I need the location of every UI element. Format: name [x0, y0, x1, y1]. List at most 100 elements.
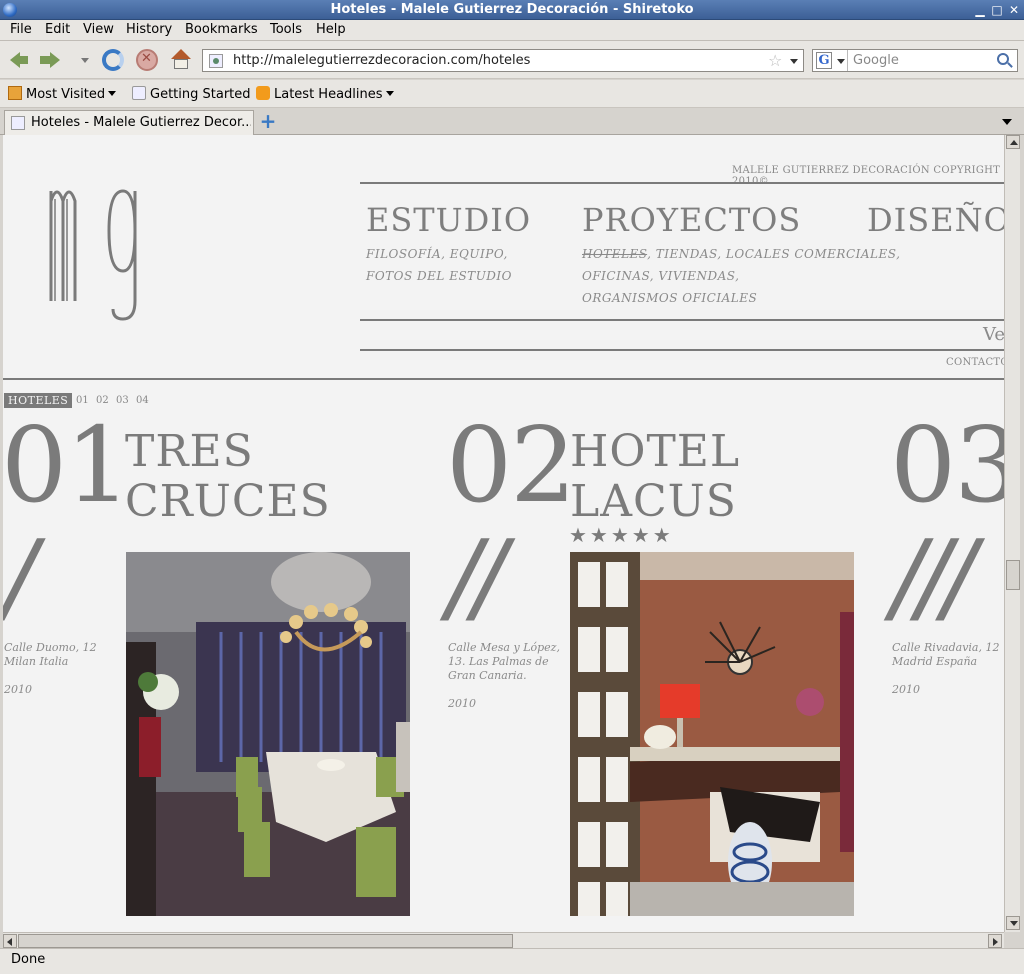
window-titlebar: Hoteles - Malele Gutierrez Decoración - …	[0, 0, 1024, 20]
hotel-address: Calle Rivadavia, 12 Madrid España	[892, 641, 1000, 668]
scroll-left-icon[interactable]	[3, 934, 17, 948]
chevron-down-icon	[385, 91, 394, 96]
divider	[360, 349, 1004, 351]
hotel-address: Calle Duomo, 12 Milan Italia	[4, 641, 97, 668]
page-viewport: MALELE GUTIERREZ DECORACIÓN COPYRIGHT 20…	[3, 135, 1004, 932]
hotel-photo-tres-cruces[interactable]	[126, 552, 410, 916]
nav-proyectos[interactable]: PROYECTOS	[582, 201, 801, 239]
site-favicon-icon	[209, 54, 223, 68]
menu-help[interactable]: Help	[316, 22, 346, 37]
hotel-photo-lacus[interactable]	[570, 552, 854, 916]
page-link-04[interactable]: 04	[136, 395, 149, 406]
hotel-address: Calle Mesa y López, 13. Las Palmas de Gr…	[448, 641, 560, 682]
home-icon[interactable]	[170, 49, 192, 71]
scroll-right-icon[interactable]	[988, 934, 1002, 948]
minimize-button[interactable]: ▁	[973, 3, 987, 17]
reload-icon[interactable]	[102, 49, 124, 71]
hotel-number: 02	[446, 404, 576, 526]
menu-file[interactable]: File	[10, 22, 32, 37]
search-bar[interactable]: G Google	[812, 49, 1018, 72]
proyectos-sub-2[interactable]: OFICINAS, VIVIENDAS,	[582, 269, 739, 283]
bookmark-getting-started[interactable]: Getting Started	[132, 86, 251, 102]
stop-icon[interactable]	[136, 49, 158, 71]
bookmark-most-visited[interactable]: Most Visited	[8, 86, 117, 102]
contacto-link[interactable]: CONTACTO	[946, 357, 1004, 368]
mg-logo	[49, 189, 137, 321]
menu-bookmarks[interactable]: Bookmarks	[185, 22, 258, 37]
hotel-slash: //	[447, 518, 506, 635]
menu-history[interactable]: History	[126, 22, 172, 37]
back-button[interactable]	[8, 49, 32, 71]
estudio-sub-1[interactable]: FILOSOFÍA, EQUIPO,	[366, 247, 508, 261]
menu-tools[interactable]: Tools	[270, 22, 302, 37]
hotel-year: 2010	[448, 697, 476, 710]
maximize-button[interactable]: □	[990, 3, 1004, 17]
proyectos-sub-3[interactable]: ORGANISMOS OFICIALES	[582, 291, 757, 305]
divider	[3, 378, 1004, 380]
hotel-title-line: TRES	[125, 426, 254, 477]
new-tab-plus-icon[interactable]: +	[258, 111, 278, 132]
vertical-scrollbar[interactable]	[1004, 135, 1020, 932]
hotel-title-line: LACUS	[570, 476, 737, 527]
vertical-scroll-thumb[interactable]	[1006, 560, 1020, 590]
scroll-up-icon[interactable]	[1006, 135, 1020, 149]
bookmark-label: Getting Started	[150, 87, 251, 102]
proyectos-sub-rest[interactable]: , TIENDAS, LOCALES COMERCIALES,	[647, 247, 900, 261]
hotel-number: 01	[3, 404, 131, 526]
hotel-year: 2010	[4, 683, 32, 696]
forward-button[interactable]	[40, 49, 64, 71]
hotel-slash: /	[3, 518, 37, 635]
hotel-title[interactable]: HOTEL LACUS	[570, 427, 740, 527]
url-bar[interactable]: http://malelegutierrezdecoracion.com/hot…	[202, 49, 804, 72]
proyectos-sub-1: HOTELES, TIENDAS, LOCALES COMERCIALES,	[582, 247, 900, 261]
horizontal-scroll-thumb[interactable]	[18, 934, 513, 948]
nav-estudio[interactable]: ESTUDIO	[366, 201, 531, 239]
menu-view[interactable]: View	[83, 22, 114, 37]
status-bar: Done	[0, 948, 1024, 974]
nav-diseno[interactable]: DISEÑO	[867, 201, 1004, 239]
hoteles-current-link[interactable]: HOTELES	[582, 247, 647, 261]
search-icon[interactable]	[997, 53, 1009, 65]
scroll-down-icon[interactable]	[1006, 916, 1020, 930]
tab-list-dropdown-icon[interactable]	[1002, 119, 1012, 125]
scroll-corner	[1004, 932, 1020, 948]
url-dropdown-icon[interactable]	[790, 59, 798, 64]
hotel-number: 03	[890, 404, 1004, 526]
divider	[360, 182, 1004, 184]
horizontal-scrollbar[interactable]	[3, 932, 1004, 948]
close-window-button[interactable]: ✕	[1007, 3, 1021, 17]
divider	[360, 319, 1004, 321]
engine-dropdown-icon[interactable]	[837, 59, 845, 64]
hotel-title-line: CRUCES	[125, 476, 331, 527]
hotel-title-line: HOTEL	[570, 426, 741, 477]
most-visited-icon	[8, 86, 22, 100]
bookmark-label: Latest Headlines	[274, 87, 383, 102]
page-icon	[132, 86, 146, 100]
bookmarks-toolbar: Most Visited Getting Started Latest Head…	[0, 80, 1024, 108]
hotel-star-rating: ★★★★★	[569, 523, 674, 547]
rss-icon	[256, 86, 270, 100]
bookmark-label: Most Visited	[26, 87, 106, 102]
tab-label: Hoteles - Malele Gutierrez Decor...	[31, 115, 251, 130]
chevron-down-icon	[108, 91, 117, 96]
google-engine-icon[interactable]: G	[816, 52, 832, 69]
navigation-toolbar: http://malelegutierrezdecoracion.com/hot…	[0, 41, 1024, 79]
history-dropdown-icon[interactable]	[81, 58, 89, 63]
tab-hoteles[interactable]: Hoteles - Malele Gutierrez Decor...	[4, 110, 254, 135]
search-placeholder[interactable]: Google	[853, 53, 899, 68]
estudio-sub-2[interactable]: FOTOS DEL ESTUDIO	[366, 269, 512, 283]
ver-link[interactable]: Ve	[983, 324, 1004, 345]
menu-bar: File Edit View History Bookmarks Tools H…	[0, 20, 1024, 41]
hotel-year: 2010	[892, 683, 920, 696]
back-arrow-icon	[10, 52, 28, 68]
status-text: Done	[11, 952, 46, 967]
hotel-slash: ///	[891, 518, 976, 635]
window-title: Hoteles - Malele Gutierrez Decoración - …	[330, 2, 694, 17]
menu-edit[interactable]: Edit	[45, 22, 70, 37]
forward-arrow-icon	[40, 52, 60, 68]
url-text[interactable]: http://malelegutierrezdecoracion.com/hot…	[233, 53, 530, 68]
hotel-title[interactable]: TRES CRUCES	[125, 427, 331, 527]
bookmark-star-icon[interactable]: ☆	[768, 51, 782, 70]
bookmark-latest-headlines[interactable]: Latest Headlines	[256, 86, 394, 102]
tab-favicon-icon	[11, 116, 25, 130]
